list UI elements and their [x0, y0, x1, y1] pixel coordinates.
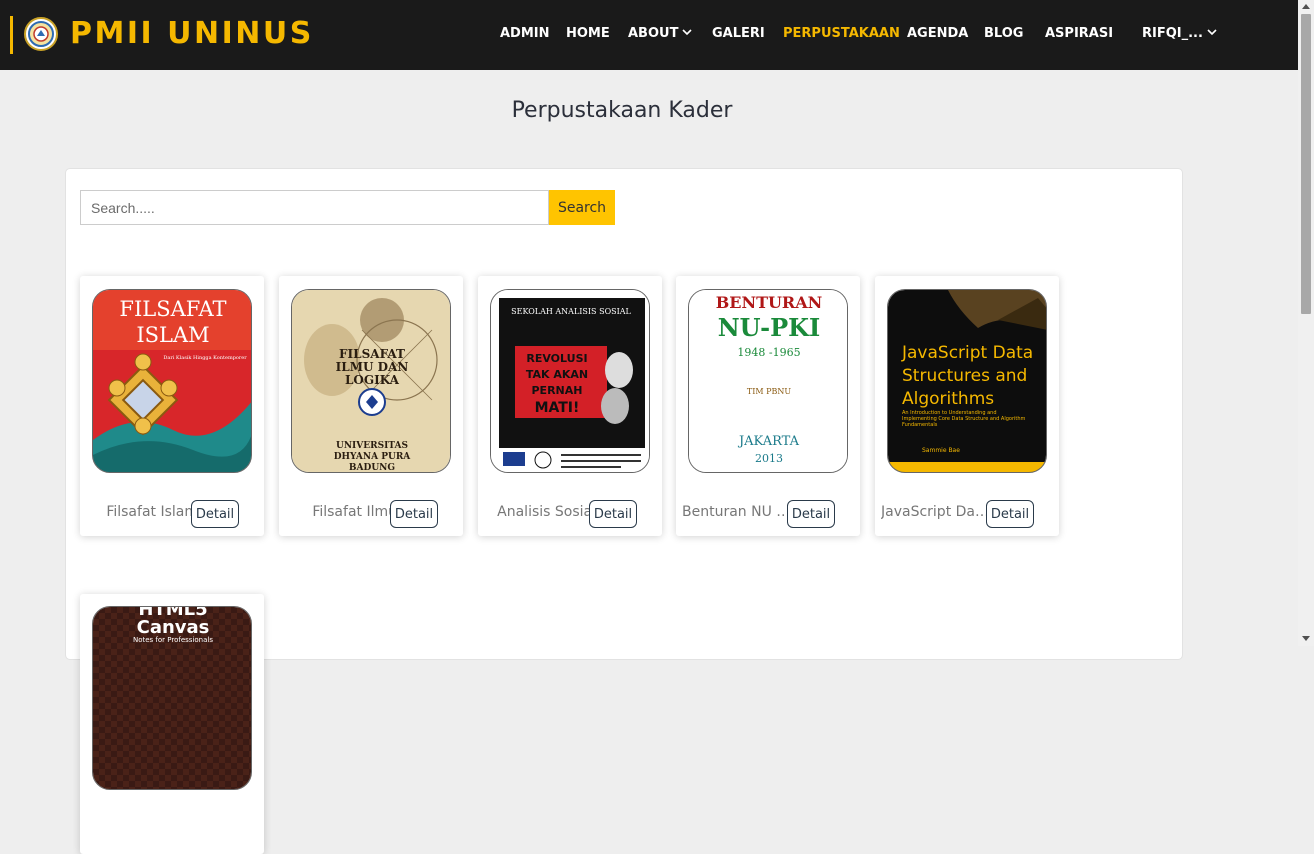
- svg-text:2013: 2013: [755, 452, 783, 465]
- svg-text:DHYANA PURA: DHYANA PURA: [334, 452, 412, 462]
- nav-admin[interactable]: ADMIN: [500, 24, 550, 44]
- chevron-down-icon: [1207, 28, 1217, 35]
- svg-text:ILMU DAN: ILMU DAN: [336, 360, 409, 374]
- svg-text:TAK AKAN: TAK AKAN: [526, 368, 588, 381]
- svg-text:LOGIKA: LOGIKA: [345, 373, 400, 387]
- detail-button[interactable]: Detail: [589, 500, 637, 528]
- svg-text:REVOLUSI: REVOLUSI: [526, 352, 587, 365]
- detail-button[interactable]: Detail: [191, 500, 239, 528]
- nav-perpustakaan[interactable]: PERPUSTAKAAN: [783, 24, 900, 44]
- chevron-down-icon: [682, 28, 693, 35]
- svg-text:FILSAFAT: FILSAFAT: [119, 297, 226, 321]
- svg-text:TIM PBNU: TIM PBNU: [747, 387, 791, 396]
- svg-text:JAKARTA: JAKARTA: [737, 434, 800, 449]
- detail-button[interactable]: Detail: [787, 500, 835, 528]
- book-card: FILSAFAT ILMU DAN LOGIKA UNIVERSITAS DHY…: [279, 276, 463, 536]
- search-input[interactable]: [80, 190, 549, 225]
- brand-accent-bar: [10, 16, 13, 54]
- book-cover-image[interactable]: JavaScript Data Structures and Algorithm…: [887, 289, 1047, 473]
- page-scrollbar[interactable]: [1298, 0, 1314, 646]
- svg-text:Dari Klasik Hingga Kontemporer: Dari Klasik Hingga Kontemporer: [163, 355, 247, 361]
- book-card: SEKOLAH ANALISIS SOSIAL REVOLUSI TAK AKA…: [478, 276, 662, 536]
- scrollbar-thumb[interactable]: [1301, 14, 1311, 314]
- svg-text:Sammie Bae: Sammie Bae: [922, 447, 960, 454]
- svg-text:PERNAH: PERNAH: [532, 384, 583, 397]
- book-cover-image[interactable]: FILSAFAT ILMU DAN LOGIKA UNIVERSITAS DHY…: [291, 289, 451, 473]
- book-title: Filsafat Islam: [106, 504, 198, 520]
- nav-aspirasi[interactable]: ASPIRASI: [1045, 24, 1113, 44]
- svg-text:BADUNG: BADUNG: [349, 463, 395, 473]
- nav-home[interactable]: HOME: [566, 24, 610, 44]
- book-cover-image[interactable]: SEKOLAH ANALISIS SOSIAL REVOLUSI TAK AKA…: [490, 289, 650, 473]
- detail-button[interactable]: Detail: [390, 500, 438, 528]
- nav-agenda[interactable]: AGENDA: [907, 24, 968, 44]
- book-card: HTML5 Canvas Notes for Professionals: [80, 594, 264, 854]
- book-cover-image[interactable]: FILSAFAT ISLAM Dari Klasik Hingga Kontem…: [92, 289, 252, 473]
- pmii-logo-icon[interactable]: [24, 17, 58, 51]
- detail-button[interactable]: Detail: [986, 500, 1034, 528]
- svg-text:ISLAM: ISLAM: [136, 323, 209, 347]
- svg-text:Structures and: Structures and: [902, 366, 1027, 386]
- book-title: Filsafat Ilmu: [312, 504, 397, 520]
- brand-title[interactable]: PMII UNINUS: [70, 12, 314, 56]
- search-button[interactable]: Search: [549, 190, 615, 225]
- svg-text:1948 -1965: 1948 -1965: [737, 346, 800, 359]
- book-cover-image[interactable]: BENTURAN NU-PKI 1948 -1965 TIM PBNU JAKA…: [688, 289, 848, 473]
- book-title: JavaScript Data Structures and Algorithm…: [881, 504, 993, 520]
- nav-galeri[interactable]: GALERI: [712, 24, 765, 44]
- book-card: FILSAFAT ISLAM Dari Klasik Hingga Kontem…: [80, 276, 264, 536]
- nav-user-menu[interactable]: RIFQI_...: [1142, 24, 1217, 44]
- svg-text:FILSAFAT: FILSAFAT: [339, 347, 405, 361]
- svg-text:SEKOLAH ANALISIS SOSIAL: SEKOLAH ANALISIS SOSIAL: [511, 307, 631, 316]
- book-card: JavaScript Data Structures and Algorithm…: [875, 276, 1059, 536]
- book-title: Analisis Sosial: [497, 504, 596, 520]
- svg-text:BENTURAN: BENTURAN: [716, 293, 823, 312]
- svg-text:Notes for Professionals: Notes for Professionals: [133, 636, 213, 644]
- top-navbar: PMII UNINUS ADMIN HOME ABOUT GALERI PERP…: [0, 0, 1298, 70]
- svg-text:JavaScript Data: JavaScript Data: [901, 343, 1033, 363]
- svg-text:NU-PKI: NU-PKI: [718, 313, 821, 342]
- nav-about[interactable]: ABOUT: [628, 24, 693, 44]
- scroll-up-arrow-icon[interactable]: [1302, 4, 1310, 9]
- book-title: Benturan NU - PKI: [682, 504, 794, 520]
- nav-user-label: RIFQI_...: [1142, 26, 1203, 41]
- nav-blog[interactable]: BLOG: [984, 24, 1023, 44]
- page-title: Perpustakaan Kader: [511, 98, 733, 123]
- svg-text:MATI!: MATI!: [535, 400, 580, 416]
- svg-text:Canvas: Canvas: [137, 617, 210, 638]
- svg-text:UNIVERSITAS: UNIVERSITAS: [336, 441, 408, 451]
- book-cover-image[interactable]: HTML5 Canvas Notes for Professionals: [92, 606, 252, 790]
- svg-text:Algorithms: Algorithms: [902, 389, 994, 409]
- scroll-down-arrow-icon[interactable]: [1302, 636, 1310, 641]
- book-card: BENTURAN NU-PKI 1948 -1965 TIM PBNU JAKA…: [676, 276, 860, 536]
- nav-about-label: ABOUT: [628, 26, 679, 41]
